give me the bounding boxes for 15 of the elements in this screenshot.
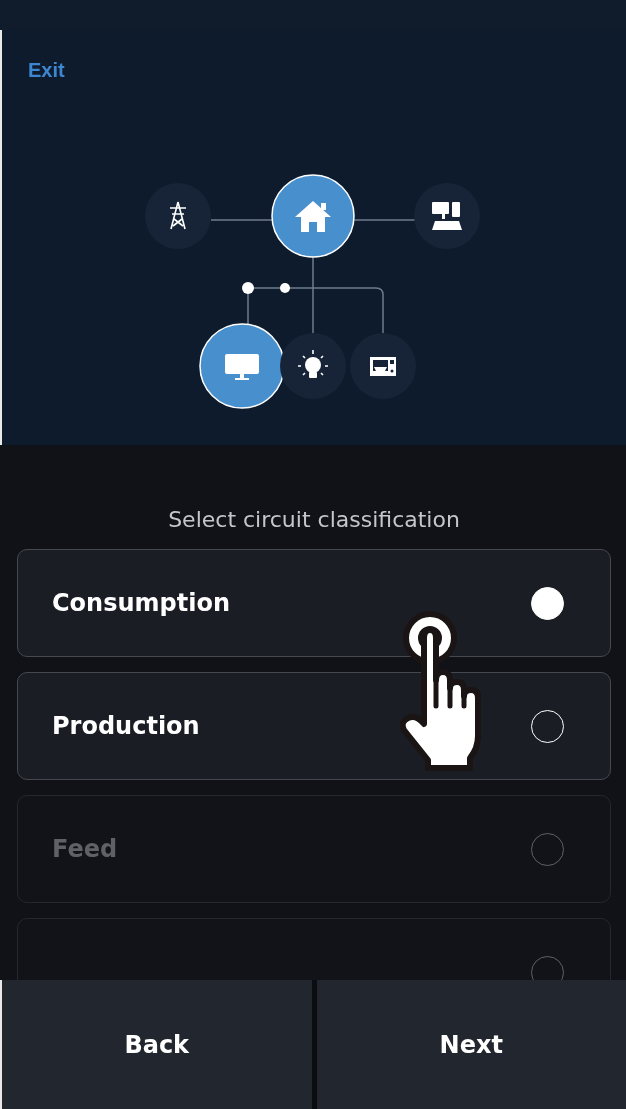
option-label: Consumption: [52, 589, 231, 617]
solar-node-icon[interactable]: [414, 183, 480, 249]
exit-link[interactable]: Exit: [28, 59, 65, 82]
prompt-text: Select circuit classification: [167, 506, 461, 534]
appliance-node-icon[interactable]: [350, 333, 416, 399]
grid-node-icon[interactable]: [145, 183, 211, 249]
device-node-icon[interactable]: [199, 323, 285, 409]
home-node-icon[interactable]: [271, 174, 355, 258]
classification-option[interactable]: Production: [17, 672, 611, 780]
option-label: Feed: [52, 835, 118, 863]
nav-button[interactable]: Next: [316, 980, 626, 1109]
option-label: Production: [52, 712, 200, 740]
nav-button[interactable]: Back: [2, 980, 312, 1109]
light-node-icon[interactable]: [280, 333, 346, 399]
classification-option[interactable]: Consumption: [17, 549, 611, 657]
